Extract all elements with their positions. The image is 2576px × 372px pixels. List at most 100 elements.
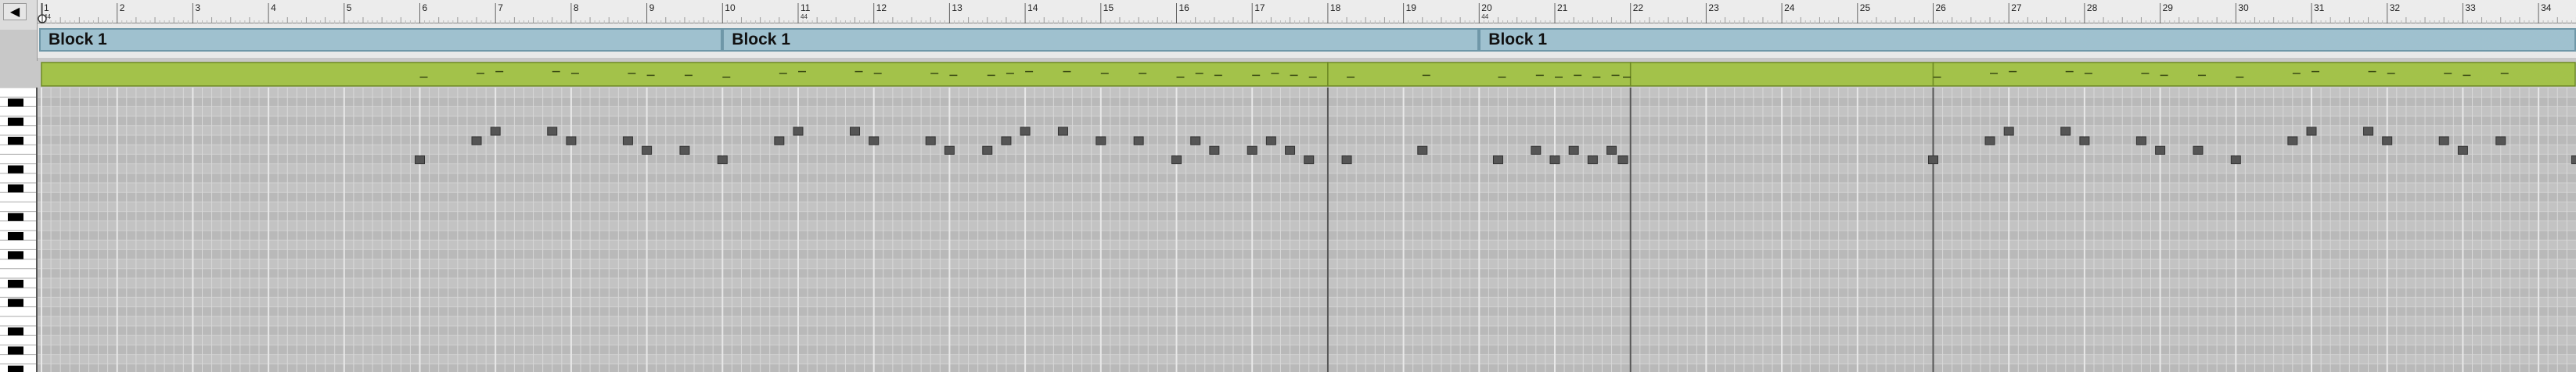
clip-4[interactable] <box>1932 62 2576 87</box>
note[interactable] <box>1606 145 1617 155</box>
bar-number: 25 <box>1860 2 1871 13</box>
note[interactable] <box>642 145 653 155</box>
note[interactable] <box>1549 155 1560 165</box>
bar-number: 30 <box>2238 2 2249 13</box>
note[interactable] <box>1304 155 1315 165</box>
note[interactable] <box>471 136 482 145</box>
note[interactable] <box>1285 145 1296 155</box>
note[interactable] <box>490 127 501 136</box>
note[interactable] <box>1492 155 1503 165</box>
black-key[interactable] <box>8 327 23 336</box>
black-key[interactable] <box>8 365 23 372</box>
black-key[interactable] <box>8 165 23 173</box>
note[interactable] <box>1265 136 1276 145</box>
note[interactable] <box>2193 145 2204 155</box>
black-key[interactable] <box>8 184 23 193</box>
note[interactable] <box>1133 136 1144 145</box>
note[interactable] <box>774 136 785 145</box>
bar-number: 6 <box>423 2 428 13</box>
note[interactable] <box>2306 127 2317 136</box>
note[interactable] <box>944 145 955 155</box>
note[interactable] <box>1001 136 1012 145</box>
bar-number: 20 <box>1481 2 1492 13</box>
row-band <box>38 268 2576 278</box>
note[interactable] <box>2060 127 2071 136</box>
note[interactable] <box>2230 155 2241 165</box>
note[interactable] <box>1020 127 1031 136</box>
black-key[interactable] <box>8 232 23 241</box>
ruler-ticks: 1 2 3 4 5 6 7 8 9 10 11 12 13 14 15 16 17 18 19 20 21 22 23 24 2… <box>38 2 2576 23</box>
note[interactable] <box>622 136 633 145</box>
note[interactable] <box>679 145 690 155</box>
black-key[interactable] <box>8 251 23 259</box>
note[interactable] <box>1417 145 1428 155</box>
bar-number: 11 <box>801 2 811 13</box>
note[interactable] <box>547 127 558 136</box>
note[interactable] <box>2571 155 2576 165</box>
note[interactable] <box>415 155 425 165</box>
note[interactable] <box>1568 145 1579 155</box>
note[interactable] <box>2003 127 2014 136</box>
note[interactable] <box>2135 136 2146 145</box>
note[interactable] <box>982 145 993 155</box>
note[interactable] <box>1209 145 1220 155</box>
bar-number: 29 <box>2163 2 2174 13</box>
bar-number: 23 <box>1708 2 1719 13</box>
note[interactable] <box>850 127 861 136</box>
note[interactable] <box>1928 155 1938 165</box>
note[interactable] <box>2495 136 2506 145</box>
block-1[interactable]: Block 1 <box>39 28 723 52</box>
block-label: Block 1 <box>1488 30 1547 48</box>
note[interactable] <box>869 136 880 145</box>
note[interactable] <box>1341 155 1352 165</box>
block-2[interactable]: Block 1 <box>722 28 1480 52</box>
note[interactable] <box>1587 155 1598 165</box>
note[interactable] <box>2079 136 2090 145</box>
bar-number: 18 <box>1330 2 1341 13</box>
note[interactable] <box>1617 155 1628 165</box>
black-key[interactable] <box>8 137 23 145</box>
black-key[interactable] <box>8 299 23 307</box>
row-band <box>38 231 2576 241</box>
bar-number: 31 <box>2314 2 2325 13</box>
block-label: Block 1 <box>732 30 790 48</box>
bar-number: 22 <box>1633 2 1644 13</box>
note[interactable] <box>2363 127 2374 136</box>
clip-1[interactable] <box>41 62 1329 87</box>
note[interactable] <box>566 136 577 145</box>
time-signature-marker: 44 <box>801 13 808 20</box>
bar-number: 26 <box>1936 2 1947 13</box>
row-band <box>38 363 2576 372</box>
note[interactable] <box>717 155 728 165</box>
note[interactable] <box>925 136 936 145</box>
note[interactable] <box>2382 136 2393 145</box>
note[interactable] <box>2155 145 2166 155</box>
note[interactable] <box>2287 136 2298 145</box>
note[interactable] <box>1171 155 1182 165</box>
black-key[interactable] <box>8 117 23 126</box>
black-key[interactable] <box>8 280 23 288</box>
clip-2[interactable] <box>1327 62 1632 87</box>
note[interactable] <box>1531 145 1542 155</box>
note[interactable] <box>1057 127 1068 136</box>
black-key[interactable] <box>8 213 23 221</box>
black-key[interactable] <box>8 98 23 107</box>
black-key[interactable] <box>8 346 23 355</box>
block-3[interactable]: Block 1 <box>1479 28 2576 52</box>
row-band <box>38 306 2576 317</box>
row-band <box>38 97 2576 107</box>
block-label: Block 1 <box>49 30 107 48</box>
note[interactable] <box>1247 145 1257 155</box>
piano-keyboard[interactable] <box>0 88 38 372</box>
note[interactable] <box>1984 136 1995 145</box>
clip-3[interactable] <box>1629 62 1934 87</box>
note[interactable] <box>1096 136 1106 145</box>
note-grid[interactable] <box>38 88 2576 372</box>
triangle-left-icon[interactable]: ◀ <box>3 3 27 20</box>
note[interactable] <box>793 127 804 136</box>
note[interactable] <box>1190 136 1201 145</box>
timeline-ruler[interactable]: 1 2 3 4 5 6 7 8 9 10 11 12 13 14 15 16 17 18 19 20 21 22 23 24 2… <box>38 0 2576 23</box>
bar-number: 7 <box>498 2 503 13</box>
note[interactable] <box>2438 136 2449 145</box>
note[interactable] <box>2457 145 2468 155</box>
